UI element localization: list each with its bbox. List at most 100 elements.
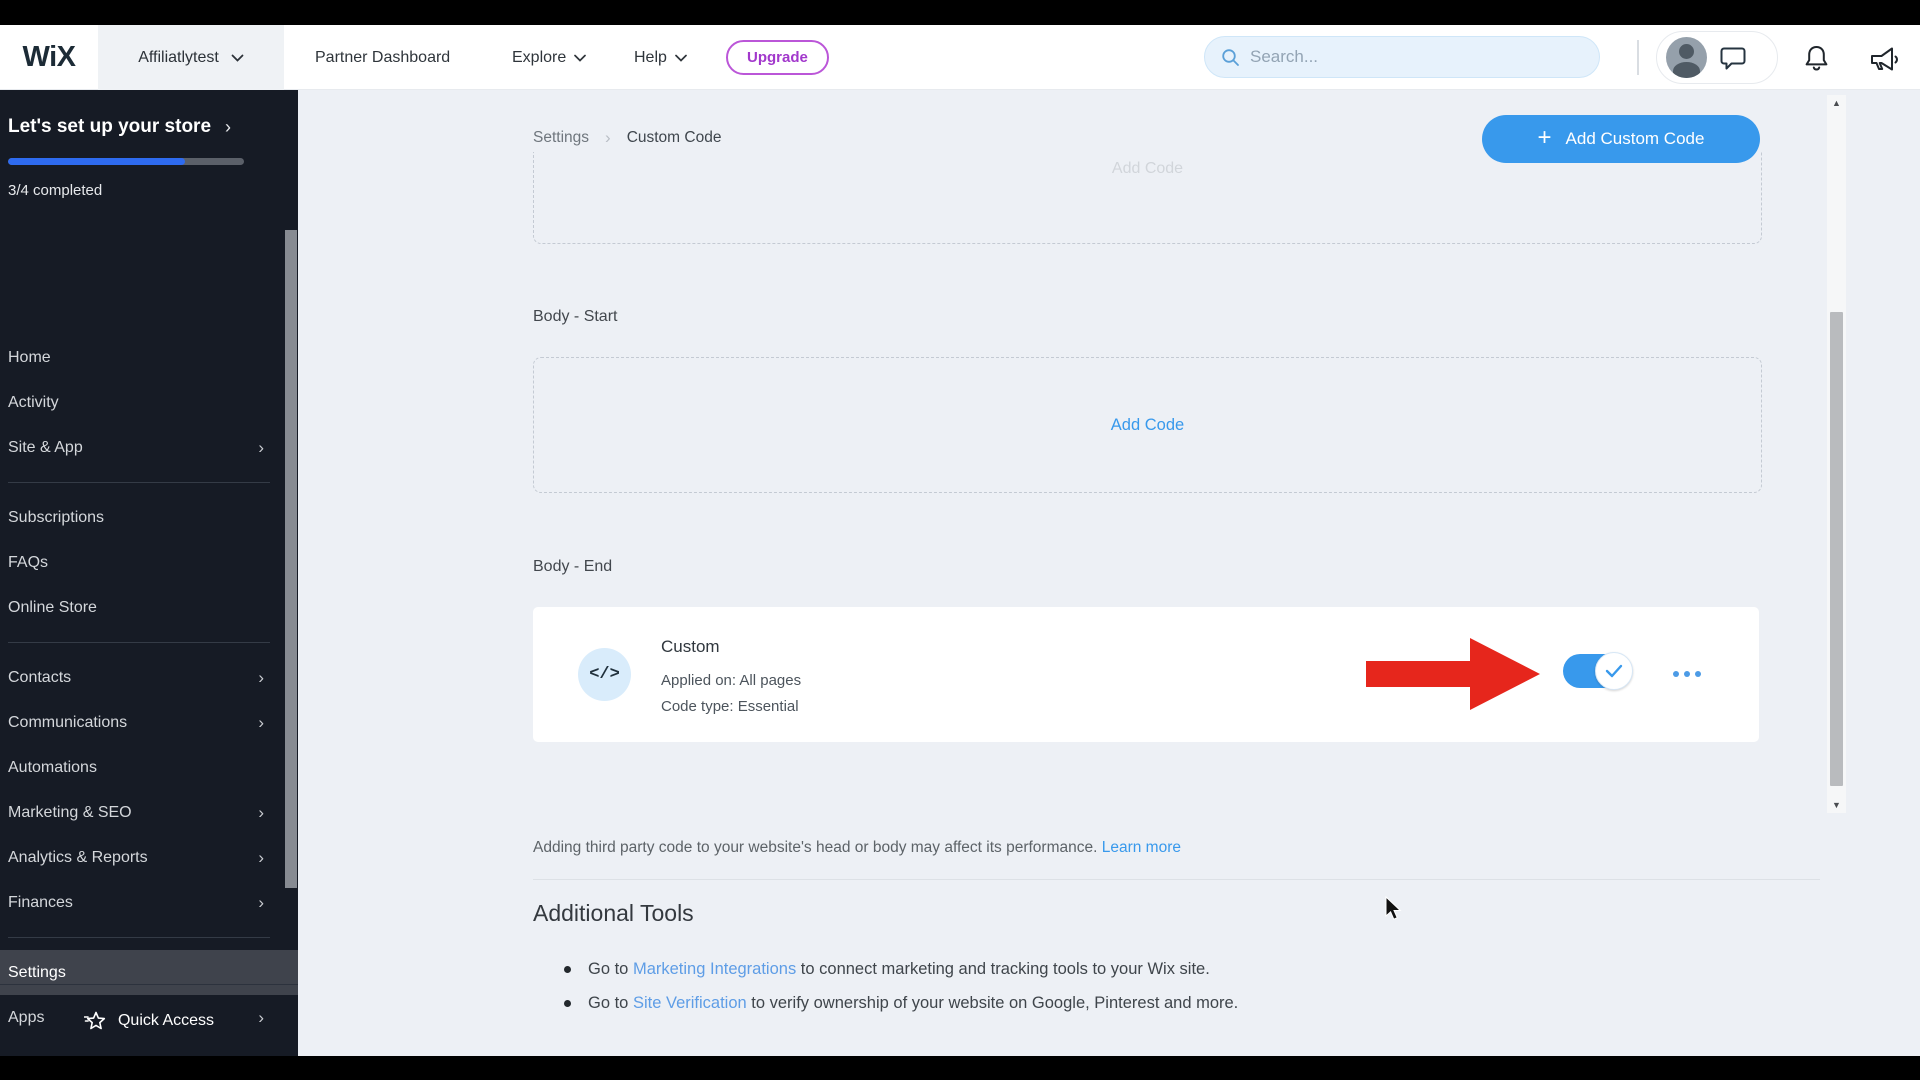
additional-tools-title: Additional Tools [533, 900, 694, 926]
code-enabled-toggle[interactable] [1563, 652, 1633, 690]
custom-code-card: </> Custom Applied on: All pages Code ty… [533, 607, 1759, 742]
letterbox-bottom [0, 1056, 1920, 1080]
sidebar-item-label: Settings [8, 963, 66, 981]
section-divider [533, 879, 1820, 880]
custom-code-page: Settings › Custom Code + Add Custom Code… [298, 90, 1920, 1056]
chevron-right-icon: › [225, 116, 232, 137]
site-verification-link[interactable]: Site Verification [633, 994, 747, 1012]
megaphone-icon [1870, 47, 1898, 70]
quick-access-button[interactable]: Quick Access [0, 984, 298, 1056]
plus-icon: + [1537, 124, 1552, 151]
head-code-dropzone: Add Code [533, 152, 1762, 244]
body-start-dropzone: Add Code [533, 357, 1762, 493]
setup-progress-label: 3/4 completed [8, 182, 103, 199]
store-setup-panel[interactable]: Let's set up your store › 3/4 completed [0, 90, 298, 199]
sidebar-item-label: Subscriptions [8, 508, 105, 526]
scrollbar-thumb[interactable] [1830, 312, 1843, 786]
sidebar-item-marketing-seo[interactable]: Marketing & SEO › [0, 790, 298, 835]
code-card-code-type: Code type: Essential [661, 698, 799, 715]
nav-help-label: Help [634, 48, 667, 66]
list-item: Go to Marketing Integrations to connect … [560, 952, 1238, 986]
chevron-right-icon: › [605, 128, 611, 147]
chat-icon[interactable] [1719, 45, 1747, 71]
red-arrow-annotation [1366, 638, 1540, 710]
nav-partner-dashboard[interactable]: Partner Dashboard [315, 25, 450, 90]
bullet-text: to verify ownership of your website on G… [746, 994, 1239, 1012]
wix-logo[interactable]: WiX [0, 25, 98, 90]
body-start-label: Body - Start [533, 308, 618, 325]
nav-explore[interactable]: Explore [512, 25, 587, 90]
ghost-add-code-label: Add Code [1111, 160, 1184, 177]
quick-access-label: Quick Access [117, 1011, 215, 1029]
notifications-button[interactable] [1800, 43, 1832, 75]
chevron-right-icon: › [258, 667, 264, 687]
sidebar-item-home[interactable]: Home [0, 335, 298, 380]
sidebar: Let's set up your store › 3/4 completed … [0, 90, 298, 1056]
bullet-text: Go to [588, 994, 633, 1012]
sidebar-item-faqs[interactable]: FAQs [0, 540, 298, 585]
chevron-right-icon: › [258, 437, 264, 457]
code-card-title: Custom [661, 637, 720, 656]
sidebar-item-communications[interactable]: Communications › [0, 700, 298, 745]
sidebar-item-label: FAQs [8, 553, 49, 571]
bell-icon [1805, 46, 1827, 71]
sidebar-item-label: Communications [8, 713, 128, 731]
nav-help[interactable]: Help [634, 25, 687, 90]
sidebar-item-online-store[interactable]: Online Store [0, 585, 298, 630]
sidebar-scrollbar-thumb[interactable] [285, 230, 297, 888]
sidebar-item-finances[interactable]: Finances › [0, 880, 298, 925]
account-switcher[interactable]: Affiliatlytest [98, 25, 284, 90]
chevron-right-icon: › [258, 892, 264, 912]
sidebar-item-label: Analytics & Reports [8, 848, 148, 866]
setup-progress-fill [8, 158, 185, 165]
add-custom-code-label: Add Custom Code [1565, 129, 1705, 148]
sidebar-item-site-and-app[interactable]: Site & App › [0, 425, 298, 470]
sidebar-nav: Home Activity Site & App › Subscriptions … [0, 335, 298, 1056]
sidebar-item-label: Marketing & SEO [8, 803, 132, 821]
performance-note-text: Adding third party code to your website'… [533, 839, 1098, 856]
avatar[interactable] [1666, 37, 1707, 78]
chevron-right-icon: › [258, 712, 264, 732]
chevron-right-icon: › [258, 847, 264, 867]
store-setup-title[interactable]: Let's set up your store › [8, 116, 290, 138]
scroll-up-arrow[interactable]: ▲ [1827, 95, 1846, 111]
sidebar-item-label: Activity [8, 393, 59, 411]
sidebar-item-subscriptions[interactable]: Subscriptions [0, 495, 298, 540]
code-icon: </> [578, 648, 631, 701]
setup-progress-bar [8, 158, 244, 165]
marketing-integrations-link[interactable]: Marketing Integrations [633, 960, 796, 978]
bullet-text: Go to [588, 960, 633, 978]
top-header: WiX Affiliatlytest Partner Dashboard Exp… [0, 25, 1920, 90]
chevron-right-icon: › [258, 802, 264, 822]
sidebar-item-activity[interactable]: Activity [0, 380, 298, 425]
code-card-applied-on: Applied on: All pages [661, 672, 802, 689]
sidebar-divider [8, 642, 270, 643]
search-icon [1222, 48, 1239, 66]
search-placeholder: Search... [1250, 47, 1319, 66]
account-name: Affiliatlytest [138, 48, 219, 66]
sidebar-item-contacts[interactable]: Contacts › [0, 655, 298, 700]
list-item: Go to Site Verification to verify owners… [560, 986, 1238, 1020]
check-icon [1605, 664, 1623, 678]
add-code-link[interactable]: Add Code [1111, 416, 1184, 435]
store-setup-title-label: Let's set up your store [8, 116, 212, 137]
sidebar-item-automations[interactable]: Automations [0, 745, 298, 790]
more-options-button[interactable] [1673, 665, 1713, 683]
chevron-down-icon [675, 54, 687, 62]
announcements-button[interactable] [1868, 43, 1900, 75]
sidebar-item-analytics-reports[interactable]: Analytics & Reports › [0, 835, 298, 880]
account-menu[interactable] [1656, 31, 1778, 84]
search-input[interactable]: Search... [1204, 36, 1600, 78]
learn-more-link[interactable]: Learn more [1102, 839, 1181, 856]
breadcrumb-settings[interactable]: Settings [533, 129, 589, 147]
body-end-label: Body - End [533, 558, 613, 575]
sidebar-item-label: Site & App [8, 438, 83, 456]
dot-icon [1673, 671, 1679, 677]
chevron-down-icon [231, 54, 244, 62]
additional-tools-list: Go to Marketing Integrations to connect … [560, 952, 1238, 1020]
toggle-knob [1595, 652, 1633, 690]
scroll-down-arrow[interactable]: ▼ [1827, 797, 1846, 813]
quick-access-icon [83, 1010, 106, 1032]
upgrade-button[interactable]: Upgrade [726, 40, 829, 75]
page-scrollbar[interactable]: ▲ ▼ [1827, 95, 1846, 813]
